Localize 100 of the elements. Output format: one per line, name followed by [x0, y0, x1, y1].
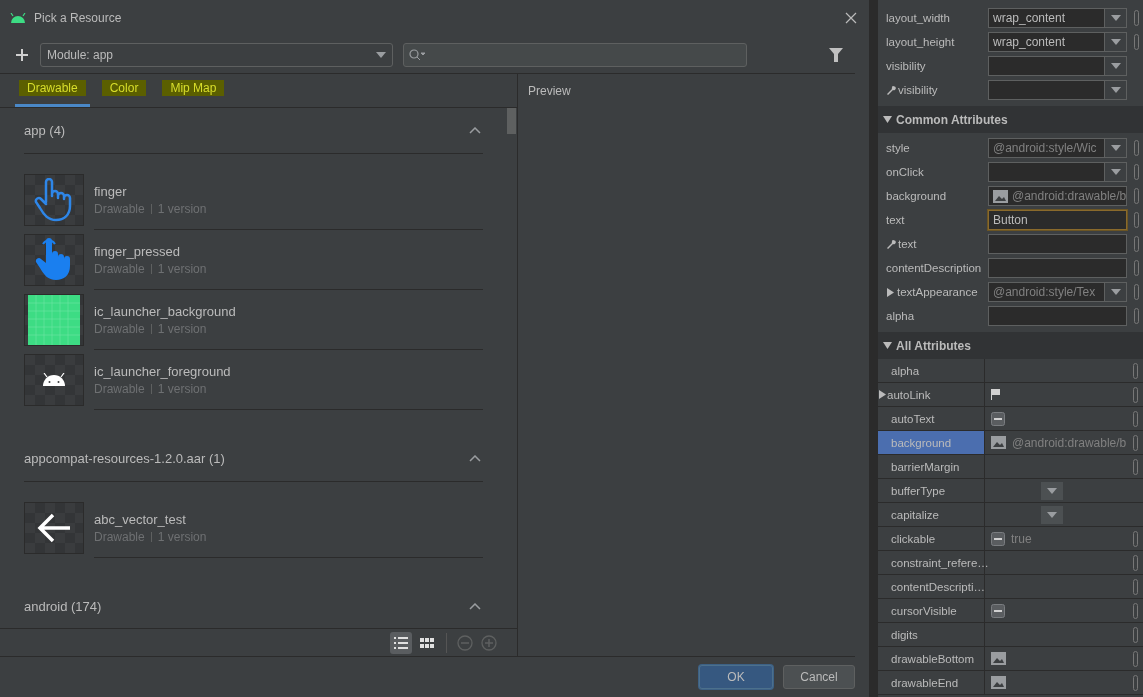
view-toggle-button[interactable] [390, 631, 412, 654]
attribute-row-label[interactable]: drawableEnd [878, 671, 985, 694]
ok-button[interactable]: OK [699, 665, 773, 689]
collapse-triangle-icon[interactable] [883, 341, 892, 350]
attribute-label: text [886, 214, 906, 226]
search-icon [409, 48, 425, 61]
zoom-out-button[interactable] [455, 632, 475, 653]
section-header[interactable]: All Attributes [878, 332, 1143, 359]
toggle-icon[interactable] [1134, 212, 1139, 228]
hand-icon [34, 178, 74, 222]
checkbox-icon[interactable] [991, 603, 1005, 618]
resource-thumbnail[interactable] [24, 234, 84, 286]
section-header[interactable]: Common Attributes [878, 106, 1143, 133]
search-field[interactable] [403, 42, 747, 67]
arrow-left-icon [36, 512, 72, 544]
collapse-triangle-icon[interactable] [883, 115, 892, 124]
dropdown-button[interactable] [1041, 505, 1063, 524]
close-button[interactable] [843, 10, 859, 26]
attribute-field[interactable] [988, 306, 1127, 326]
expand-triangle-icon[interactable] [886, 287, 895, 297]
attribute-field[interactable] [988, 258, 1127, 278]
toggle-icon[interactable] [1134, 260, 1139, 276]
attribute-label: textAppearance [886, 286, 984, 298]
scrollbar-thumb[interactable] [507, 108, 516, 134]
resource-name: ic_launcher_foreground [94, 363, 232, 379]
attribute-row-label[interactable]: bufferType [878, 479, 985, 502]
dropdown-caret-icon [1110, 169, 1121, 175]
toggle-icon[interactable] [1134, 308, 1139, 324]
attribute-value: @android:drawable/b [1012, 435, 1127, 450]
attribute-dropdown[interactable]: @android:style/Tex [988, 282, 1127, 302]
dropdown-button[interactable] [1041, 481, 1063, 500]
zoom-in-button[interactable] [479, 632, 499, 653]
attribute-field[interactable]: Button [988, 210, 1127, 230]
collapse-chevron-icon[interactable] [469, 127, 481, 134]
resource-tab[interactable]: Color [97, 74, 151, 107]
attribute-row-label[interactable]: clickable [878, 527, 985, 550]
checkbox-icon[interactable] [991, 411, 1005, 426]
attribute-label: alpha [886, 310, 916, 322]
attribute-dropdown[interactable]: @android:style/Wic [988, 138, 1127, 158]
resource-tab[interactable]: Mip Map [158, 74, 229, 107]
dropdown-caret-icon [1110, 145, 1121, 151]
attribute-label: visibility [886, 60, 927, 72]
attribute-row-label[interactable]: drawableBottom [878, 647, 985, 670]
resource-thumbnail[interactable] [24, 174, 84, 226]
section-title: appcompat-resources-1.2.0.aar (1) [24, 451, 225, 466]
dropdown-caret-icon [1110, 15, 1121, 21]
resource-tab[interactable]: Drawable [15, 74, 90, 107]
dropdown-caret-icon [1110, 39, 1121, 45]
toggle-icon[interactable] [1134, 284, 1139, 300]
checkbox-icon[interactable] [991, 531, 1005, 546]
resource-name: finger_pressed [94, 243, 181, 259]
resource-thumbnail[interactable] [24, 354, 84, 406]
filter-button[interactable] [827, 45, 845, 64]
attribute-row-label[interactable]: autoLink [878, 383, 985, 406]
attribute-label: layout_width [886, 12, 951, 24]
toggle-icon[interactable] [1134, 34, 1139, 50]
attribute-row-label[interactable]: capitalize [878, 503, 985, 526]
wrench-icon [886, 85, 896, 95]
cancel-button[interactable]: Cancel [783, 665, 855, 689]
android-icon [42, 373, 66, 387]
add-button[interactable] [14, 46, 30, 63]
attribute-row-label[interactable]: barrierMargin [878, 455, 985, 478]
preview-title: Preview [528, 84, 571, 98]
toggle-icon[interactable] [1134, 236, 1139, 252]
attribute-label: style [886, 142, 911, 154]
attribute-field[interactable] [988, 234, 1127, 254]
dropdown-caret-icon [1110, 87, 1121, 93]
section-title: android (174) [24, 599, 102, 614]
attribute-dropdown[interactable]: wrap_content [988, 8, 1127, 28]
attribute-field[interactable]: @android:drawable/b [988, 186, 1127, 206]
attribute-row-label[interactable]: contentDescripti… [878, 575, 985, 598]
attribute-row-label[interactable]: digits [878, 623, 985, 646]
image-icon [991, 676, 1006, 689]
toggle-icon[interactable] [1134, 188, 1139, 204]
attribute-row-label[interactable]: cursorVisible [878, 599, 985, 622]
attribute-dropdown[interactable] [988, 80, 1127, 100]
attribute-row-label[interactable]: alpha [878, 359, 985, 382]
toggle-icon[interactable] [1134, 10, 1139, 26]
toggle-icon[interactable] [1134, 164, 1139, 180]
resource-thumbnail[interactable] [24, 502, 84, 554]
resource-thumbnail[interactable] [24, 294, 84, 346]
image-icon [991, 436, 1006, 449]
attribute-label: visibility [886, 84, 984, 96]
attribute-row-label[interactable]: autoText [878, 407, 985, 430]
toggle-icon[interactable] [1134, 140, 1139, 156]
attribute-dropdown[interactable]: wrap_content [988, 32, 1127, 52]
collapse-chevron-icon[interactable] [469, 455, 481, 462]
dropdown-caret-icon [1047, 487, 1057, 494]
attribute-dropdown[interactable] [988, 162, 1127, 182]
expand-triangle-icon[interactable] [878, 390, 887, 399]
resource-name: ic_launcher_background [94, 303, 237, 319]
dropdown-caret-icon [1047, 511, 1057, 518]
collapse-chevron-icon[interactable] [469, 603, 481, 610]
window-title: Pick a Resource [34, 11, 123, 25]
grid-icon [28, 295, 80, 345]
module-dropdown[interactable]: Module: app [40, 42, 393, 67]
attribute-dropdown[interactable] [988, 56, 1127, 76]
wrench-icon [886, 239, 896, 249]
attribute-label: background [886, 190, 948, 202]
attribute-label: layout_height [886, 36, 956, 48]
